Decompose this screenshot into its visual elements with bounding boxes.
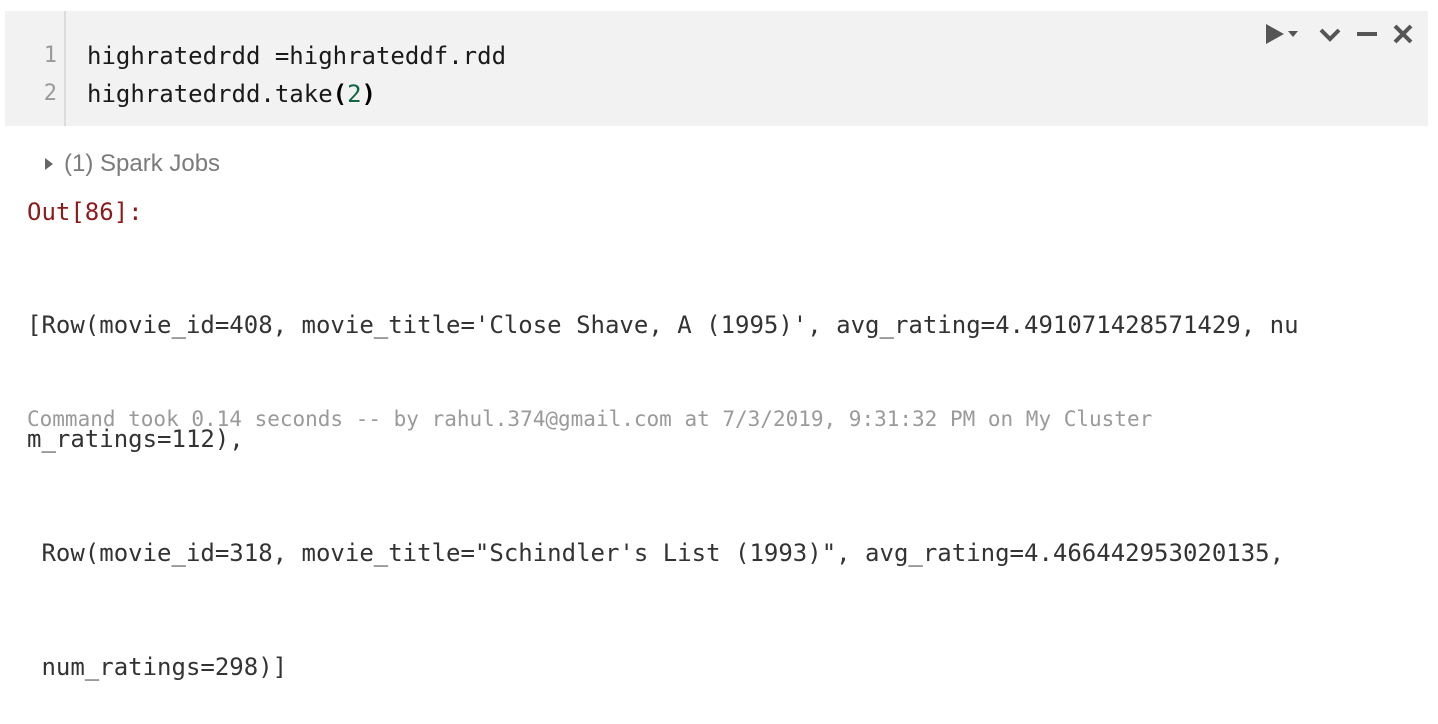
line-number-gutter: 1 2 xyxy=(5,11,66,126)
command-status: Command took 0.14 seconds -- by rahul.37… xyxy=(27,407,1153,431)
cell-output: [Row(movie_id=408, movie_title='Close Sh… xyxy=(27,230,1427,724)
code-line[interactable]: highratedrdd =highrateddf.rdd xyxy=(87,37,506,75)
output-line: Row(movie_id=318, movie_title="Schindler… xyxy=(27,539,1285,567)
line-number: 1 xyxy=(43,43,57,68)
output-label: Out[86]: xyxy=(27,198,143,226)
code-paren: ( xyxy=(332,80,348,108)
code-number: 2 xyxy=(347,80,362,108)
minus-icon xyxy=(1357,32,1377,36)
caret-right-icon xyxy=(45,158,53,170)
minimize-cell-button[interactable] xyxy=(1356,22,1378,46)
run-cell-button[interactable] xyxy=(1264,22,1304,46)
spark-jobs-label: (1) Spark Jobs xyxy=(64,150,221,177)
code-call: highratedrdd.take xyxy=(87,80,333,108)
output-line: num_ratings=298)] xyxy=(27,653,288,681)
line-number: 2 xyxy=(43,81,57,106)
code-cell[interactable]: 1 2 highratedrdd =highrateddf.rdd highra… xyxy=(5,11,1428,126)
collapse-cell-button[interactable] xyxy=(1318,22,1342,46)
code-line[interactable]: highratedrdd.take(2) xyxy=(87,75,376,113)
code-paren: ) xyxy=(361,80,376,108)
play-dropdown-icon xyxy=(1266,24,1298,44)
spark-jobs-toggle[interactable]: (1) Spark Jobs xyxy=(44,150,220,178)
chevron-down-icon xyxy=(1319,28,1341,42)
delete-cell-button[interactable] xyxy=(1392,22,1414,46)
close-icon xyxy=(1393,24,1413,44)
output-line: [Row(movie_id=408, movie_title='Close Sh… xyxy=(27,311,1299,339)
cell-toolbar xyxy=(1264,21,1414,47)
